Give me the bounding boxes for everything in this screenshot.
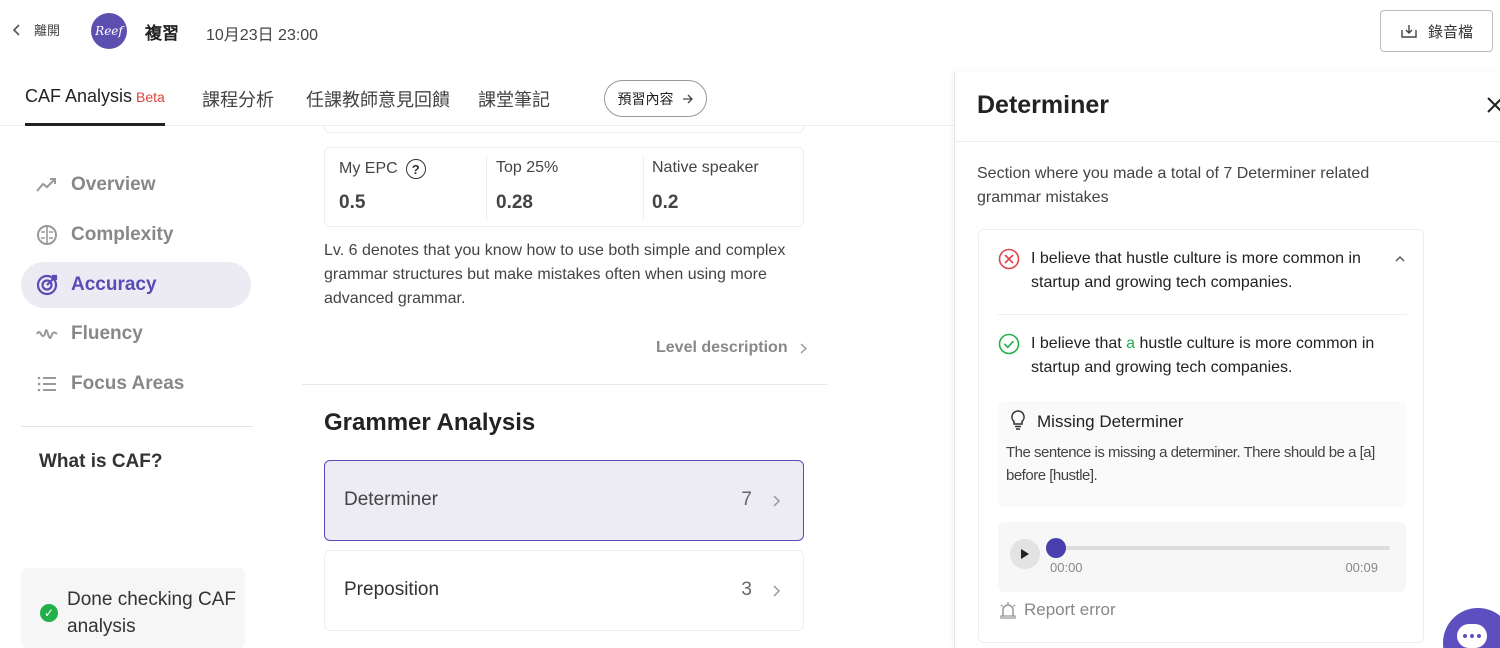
siren-icon: [1000, 602, 1016, 619]
sidebar-item-accuracy[interactable]: Accuracy: [21, 262, 251, 308]
course-title: 複習: [145, 24, 179, 43]
epc-native-value: 0.2: [652, 192, 679, 213]
panel-title: Determiner: [977, 91, 1109, 119]
chevron-up-icon[interactable]: [1393, 254, 1407, 264]
previous-card-edge: [324, 125, 804, 133]
card-divider: [998, 314, 1407, 315]
done-checking-banner: ✓ Done checking CAF analysis: [21, 568, 245, 648]
section-divider: [302, 384, 827, 385]
chevron-right-icon: [773, 585, 781, 597]
grammar-analysis-title: Grammer Analysis: [324, 409, 536, 436]
trend-icon: [36, 178, 56, 192]
audio-current-time: 00:00: [1050, 560, 1083, 575]
chevron-right-icon: [800, 342, 807, 354]
level-description-text: Lv. 6 denotes that you know how to use b…: [324, 242, 786, 307]
close-icon[interactable]: [1485, 95, 1500, 115]
check-circle-icon: ✓: [40, 604, 58, 622]
epc-separator: [643, 156, 644, 220]
chat-bubble-icon: [1457, 624, 1487, 648]
panel-description: Section where you made a total of 7 Dete…: [977, 165, 1370, 206]
done-checking-text: Done checking CAF analysis: [67, 589, 236, 637]
play-icon: [1021, 549, 1029, 559]
sidebar-item-overview[interactable]: Overview: [21, 162, 251, 208]
sidebar-item-complexity[interactable]: Complexity: [21, 212, 251, 258]
level-description-link[interactable]: Level description: [656, 339, 807, 357]
sidebar-item-label: Overview: [71, 174, 156, 195]
play-button[interactable]: [1010, 539, 1040, 569]
preview-label: 預習內容: [617, 90, 674, 107]
sidebar-item-fluency[interactable]: Fluency: [21, 311, 251, 357]
tab-caf-analysis[interactable]: CAF Analysis Beta: [25, 86, 165, 107]
tab-teacher-feedback[interactable]: 任課教師意見回饋: [306, 86, 450, 112]
what-is-caf-link[interactable]: What is CAF?: [39, 451, 163, 473]
correct-sentence-start: I believe that: [1031, 335, 1127, 352]
epc-my-label: My EPC: [339, 160, 398, 177]
level-link-label: Level description: [656, 339, 788, 356]
inserted-word: a: [1126, 335, 1136, 352]
app-logo: Reef: [91, 13, 127, 49]
audio-player: 00:00 00:09: [998, 522, 1406, 592]
tab-bar: CAF Analysis Beta 課程分析 任課教師意見回饋 課堂筆記 預習內容: [0, 72, 954, 126]
back-label: 離開: [34, 23, 61, 38]
sidebar-item-focus-areas[interactable]: Focus Areas: [21, 361, 251, 407]
explanation-text: The sentence is missing a determiner. Th…: [1006, 444, 1375, 484]
determiner-detail-panel: Determiner Section where you made a tota…: [954, 71, 1500, 648]
help-icon[interactable]: ?: [405, 159, 426, 179]
brain-icon: [37, 225, 57, 245]
audio-total-time: 00:09: [1345, 560, 1378, 575]
epc-separator: [486, 156, 487, 220]
grammar-row-count: 7: [741, 489, 752, 510]
wrong-sentence: I believe that hustle culture is more co…: [1031, 250, 1361, 291]
audio-progress-track[interactable]: [1046, 538, 1390, 558]
sidebar-item-label: Accuracy: [71, 274, 157, 295]
download-icon: [1401, 25, 1417, 38]
grammar-row-preposition[interactable]: Preposition 3: [324, 550, 804, 631]
recording-label: 錄音檔: [1427, 23, 1473, 41]
epc-top-label: Top 25%: [496, 159, 559, 176]
grammar-row-determiner[interactable]: Determiner 7: [324, 460, 804, 541]
epc-card: My EPC? 0.5 Top 25% 0.28 Native speaker …: [324, 147, 804, 227]
epc-top-value: 0.28: [496, 192, 533, 213]
sidebar-item-label: Complexity: [71, 224, 174, 245]
back-button[interactable]: 離開: [10, 20, 60, 39]
sidebar-item-label: Fluency: [71, 323, 143, 344]
wave-icon: [36, 329, 58, 339]
audio-progress-knob[interactable]: [1046, 538, 1066, 558]
report-error-label: Report error: [1024, 600, 1116, 619]
report-error-button[interactable]: Report error: [998, 600, 1116, 620]
tab-class-notes[interactable]: 課堂筆記: [478, 86, 550, 112]
chevron-right-icon: [773, 495, 781, 507]
epc-native-label: Native speaker: [652, 159, 759, 176]
sidebar-item-label: Focus Areas: [71, 373, 185, 394]
preview-content-button[interactable]: 預習內容: [604, 80, 707, 117]
tab-label: CAF Analysis: [25, 86, 133, 106]
check-circle-icon: [998, 333, 1020, 355]
active-tab-indicator: [25, 123, 165, 126]
arrow-right-icon: [682, 94, 693, 103]
epc-my-value: 0.5: [339, 192, 366, 213]
grammar-row-name: Preposition: [344, 579, 440, 600]
grammar-row-name: Determiner: [344, 489, 438, 510]
correct-sentence: I believe that a hustle culture is more …: [1031, 332, 1391, 380]
course-datetime: 10月23日 23:00: [206, 27, 319, 44]
explanation-box: Missing Determiner The sentence is missi…: [998, 401, 1406, 507]
recording-button[interactable]: 錄音檔: [1380, 10, 1493, 52]
target-icon: [36, 274, 58, 296]
mistake-card: I believe that hustle culture is more co…: [978, 229, 1424, 643]
list-icon: [37, 376, 56, 392]
explanation-title: Missing Determiner: [1037, 412, 1184, 431]
top-bar: 離開 Reef 複習 10月23日 23:00 錄音檔: [0, 0, 1500, 62]
tab-course-analysis[interactable]: 課程分析: [202, 86, 274, 112]
lightbulb-icon: [1011, 410, 1025, 430]
sidebar-divider: [21, 426, 253, 427]
panel-header-divider: [955, 141, 1500, 142]
chevron-left-icon: [12, 23, 20, 36]
beta-badge: Beta: [136, 89, 165, 105]
x-circle-icon: [998, 248, 1020, 270]
grammar-row-count: 3: [741, 579, 752, 600]
